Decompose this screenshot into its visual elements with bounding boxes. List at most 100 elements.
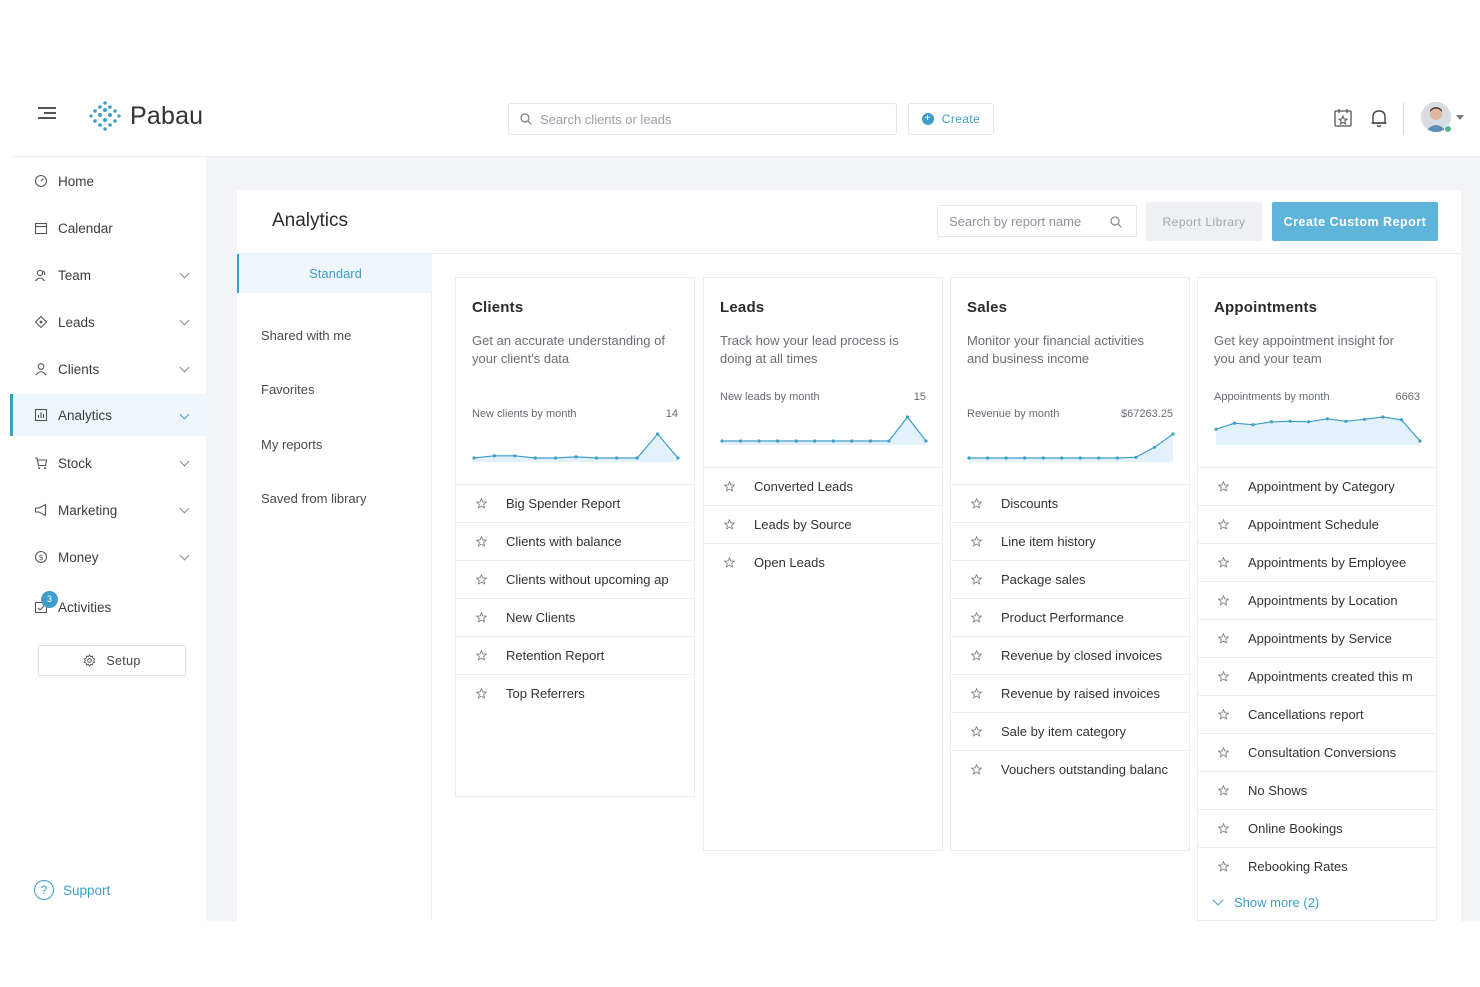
star-icon[interactable] [971, 688, 982, 699]
sparkline-point [738, 439, 743, 443]
report-row[interactable]: Appointments by Service [1198, 619, 1436, 657]
sidebar-item-team[interactable]: Team [10, 253, 206, 297]
star-icon[interactable] [971, 498, 982, 509]
report-row[interactable]: Appointment by Category [1198, 467, 1436, 505]
star-icon[interactable] [1218, 671, 1229, 682]
chevron-down-icon [179, 268, 190, 279]
star-icon[interactable] [476, 498, 487, 509]
global-search[interactable] [508, 103, 897, 135]
report-search[interactable] [937, 205, 1137, 237]
report-row[interactable]: Revenue by closed invoices [951, 636, 1189, 674]
card-description: Get an accurate understanding of your cl… [472, 333, 665, 366]
star-icon[interactable] [1218, 747, 1229, 758]
star-icon[interactable] [724, 557, 735, 568]
star-icon[interactable] [1218, 481, 1229, 492]
report-row[interactable]: Cancellations report [1198, 695, 1436, 733]
sidebar: Home Calendar Team Leads Clients Analyti… [10, 157, 206, 921]
report-row[interactable]: Line item history [951, 522, 1189, 560]
report-row[interactable]: Clients without upcoming ap [456, 560, 694, 598]
star-icon[interactable] [1218, 595, 1229, 606]
sidebar-item-leads[interactable]: Leads [10, 300, 206, 344]
logo[interactable]: Pabau [88, 99, 203, 133]
create-custom-report-button[interactable]: Create Custom Report [1272, 202, 1438, 241]
tab-standard[interactable]: Standard [237, 254, 432, 293]
sidebar-item-home[interactable]: Home [10, 159, 206, 203]
star-icon[interactable] [724, 519, 735, 530]
report-list: Discounts Line item history Package sales P… [951, 484, 1189, 788]
report-row[interactable]: Appointment Schedule [1198, 505, 1436, 543]
sidebar-item-clients[interactable]: Clients [10, 347, 206, 391]
report-row[interactable]: Appointments by Employee [1198, 543, 1436, 581]
star-icon[interactable] [476, 612, 487, 623]
report-row[interactable]: Revenue by raised invoices [951, 674, 1189, 712]
star-icon[interactable] [476, 688, 487, 699]
sparkline-point [615, 456, 619, 460]
sidebar-item-activities[interactable]: 3 Activities [10, 585, 206, 629]
sparkline-point [1004, 456, 1008, 460]
star-icon[interactable] [1218, 557, 1229, 568]
star-icon[interactable] [971, 650, 982, 661]
star-icon[interactable] [1218, 785, 1229, 796]
star-icon[interactable] [971, 574, 982, 585]
star-icon[interactable] [971, 764, 982, 775]
report-row[interactable]: Package sales [951, 560, 1189, 598]
report-row[interactable]: Leads by Source [704, 505, 942, 543]
report-row[interactable]: Appointments created this m [1198, 657, 1436, 695]
caret-down-icon[interactable] [1456, 115, 1464, 120]
report-row[interactable]: Big Spender Report [456, 484, 694, 522]
report-name: Retention Report [506, 648, 605, 663]
report-row[interactable]: Product Performance [951, 598, 1189, 636]
star-icon[interactable] [476, 574, 487, 585]
star-icon[interactable] [1218, 709, 1229, 720]
star-icon[interactable] [476, 650, 487, 661]
setup-button[interactable]: Setup [38, 645, 186, 676]
sparkline-chart [472, 432, 680, 462]
sidebar-item-money[interactable]: $ Money [10, 535, 206, 579]
plus-icon: + [921, 113, 934, 125]
report-search-input[interactable] [949, 213, 1099, 229]
star-icon[interactable] [1218, 633, 1229, 644]
report-row[interactable]: Top Referrers [456, 674, 694, 712]
tab-my-reports[interactable]: My reports [237, 425, 432, 464]
star-icon[interactable] [1218, 861, 1229, 872]
report-row[interactable]: Clients with balance [456, 522, 694, 560]
support-link[interactable]: ? Support [34, 880, 110, 900]
sidebar-item-calendar[interactable]: Calendar [10, 206, 206, 250]
calendar-star-icon[interactable] [1332, 107, 1354, 129]
report-row[interactable]: Rebooking Rates [1198, 847, 1436, 885]
tab-saved-from-library[interactable]: Saved from library [237, 479, 432, 518]
report-row[interactable]: Online Bookings [1198, 809, 1436, 847]
star-icon[interactable] [1218, 519, 1229, 530]
report-row[interactable]: Sale by item category [951, 712, 1189, 750]
tab-favorites[interactable]: Favorites [237, 370, 432, 409]
report-row[interactable]: No Shows [1198, 771, 1436, 809]
chevron-down-icon [1212, 894, 1224, 906]
bell-icon[interactable] [1368, 107, 1390, 129]
sidebar-item-marketing[interactable]: Marketing [10, 488, 206, 532]
star-icon[interactable] [724, 481, 735, 492]
report-row[interactable]: Converted Leads [704, 467, 942, 505]
report-row[interactable]: Consultation Conversions [1198, 733, 1436, 771]
sparkline-point [1171, 432, 1175, 436]
report-row[interactable]: New Clients [456, 598, 694, 636]
report-row[interactable]: Discounts [951, 484, 1189, 522]
card-title: Leads [720, 299, 765, 316]
report-row[interactable]: Retention Report [456, 636, 694, 674]
report-name: Appointments by Location [1248, 593, 1398, 608]
report-row[interactable]: Open Leads [704, 543, 942, 581]
show-more-link[interactable]: Show more (2) [1212, 894, 1319, 910]
report-library-button[interactable]: Report Library [1146, 202, 1262, 241]
star-icon[interactable] [971, 536, 982, 547]
tab-shared-with-me[interactable]: Shared with me [237, 316, 432, 355]
report-row[interactable]: Vouchers outstanding balanc [951, 750, 1189, 788]
create-button[interactable]: + Create [908, 103, 994, 135]
star-icon[interactable] [971, 726, 982, 737]
global-search-input[interactable] [540, 111, 870, 127]
sidebar-item-analytics[interactable]: Analytics [10, 394, 206, 436]
report-row[interactable]: Appointments by Location [1198, 581, 1436, 619]
star-icon[interactable] [1218, 823, 1229, 834]
star-icon[interactable] [971, 612, 982, 623]
menu-toggle-icon[interactable] [38, 107, 56, 121]
star-icon[interactable] [476, 536, 487, 547]
sidebar-item-stock[interactable]: Stock [10, 441, 206, 485]
